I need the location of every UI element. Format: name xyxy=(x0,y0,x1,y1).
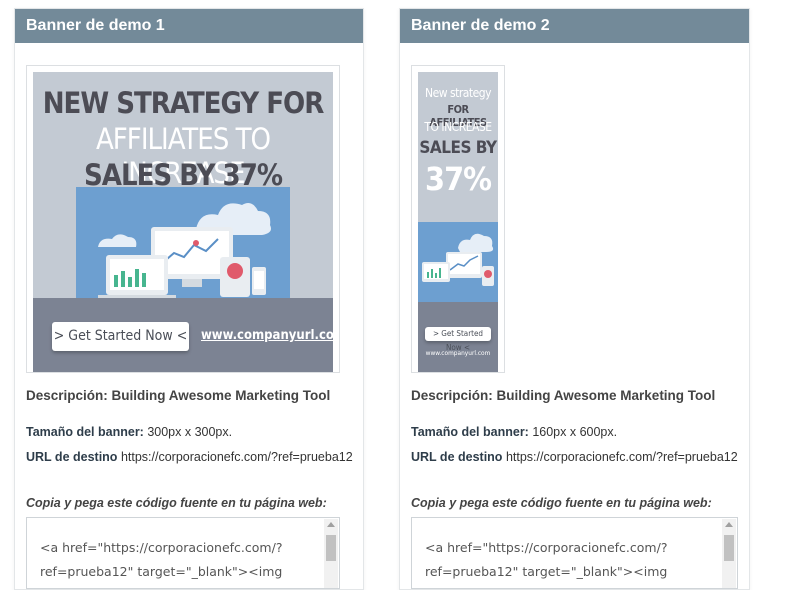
code-line-1: <a href="https://corporacionefc.com/? xyxy=(425,540,668,555)
banner-headline-line-4: SALES BY xyxy=(419,138,497,158)
textarea-scrollbar[interactable] xyxy=(324,519,338,588)
size-label: Tamaño del banner: xyxy=(411,425,529,439)
banner-description: Descripción: Building Awesome Marketing … xyxy=(411,388,716,403)
banner-description: Descripción: Building Awesome Marketing … xyxy=(26,388,331,403)
banner-headline-line-1: New strategy xyxy=(425,86,492,100)
copy-instructions: Copia y pega este código fuente en tu pá… xyxy=(26,496,327,510)
url-value: https://corporacionefc.com/?ref=prueba12 xyxy=(505,450,738,464)
url-label: URL de destino xyxy=(26,450,118,464)
banner-target-url: URL de destino https://corporacionefc.co… xyxy=(26,450,353,464)
code-line-2: ref=prueba12" target="_blank"><img xyxy=(40,564,283,579)
textarea-scrollbar[interactable] xyxy=(722,519,736,588)
banner-cta-button: > Get Started Now < xyxy=(52,322,189,351)
size-value: 160px x 600px. xyxy=(532,425,618,439)
banner-preview-frame: NEW STRATEGY FOR AFFILIATES TO INCREASE … xyxy=(26,65,340,373)
url-value: https://corporacionefc.com/?ref=prueba12 xyxy=(120,450,353,464)
scroll-thumb[interactable] xyxy=(326,535,336,561)
banner-target-url: URL de destino https://corporacionefc.co… xyxy=(411,450,738,464)
devices-illustration xyxy=(418,222,498,302)
embed-code-textarea[interactable]: <a href="https://corporacionefc.com/? ref… xyxy=(411,517,738,589)
card-title: Banner de demo 2 xyxy=(400,9,749,43)
size-label: Tamaño del banner: xyxy=(26,425,144,439)
banner-image-300x300[interactable]: NEW STRATEGY FOR AFFILIATES TO INCREASE … xyxy=(33,72,333,372)
code-line-1: <a href="https://corporacionefc.com/? xyxy=(40,540,283,555)
banner-card-2: Banner de demo 2 New strategy FOR AFFILI… xyxy=(399,8,750,590)
url-label: URL de destino xyxy=(411,450,503,464)
banner-headline-line-5: 37% xyxy=(425,160,492,198)
embed-code[interactable]: <a href="https://corporacionefc.com/? ref… xyxy=(425,536,717,584)
scroll-up-arrow-icon[interactable] xyxy=(725,522,733,527)
banner-company-url: www.companyurl.com xyxy=(425,349,491,357)
size-value: 300px x 300px. xyxy=(147,425,233,439)
card-title: Banner de demo 1 xyxy=(15,9,363,43)
banner-company-url: www.companyurl.com xyxy=(201,328,333,343)
banner-preview-frame: New strategy FOR AFFILIATES TO INCREASE … xyxy=(411,65,505,373)
banner-card-1: Banner de demo 1 NEW STRATEGY FOR AFFILI… xyxy=(14,8,364,590)
banner-size: Tamaño del banner: 160px x 600px. xyxy=(411,425,617,439)
banner-size: Tamaño del banner: 300px x 300px. xyxy=(26,425,232,439)
code-line-2: ref=prueba12" target="_blank"><img xyxy=(425,564,668,579)
embed-code-textarea[interactable]: <a href="https://corporacionefc.com/? ref… xyxy=(26,517,340,589)
devices-illustration xyxy=(76,187,290,311)
scroll-up-arrow-icon[interactable] xyxy=(327,522,335,527)
copy-instructions: Copia y pega este código fuente en tu pá… xyxy=(411,496,712,510)
banner-cta-button: > Get Started Now < xyxy=(425,327,491,352)
banner-headline-line-3: TO INCREASE xyxy=(424,120,492,134)
embed-code[interactable]: <a href="https://corporacionefc.com/? ref… xyxy=(40,536,319,584)
scroll-thumb[interactable] xyxy=(724,535,734,561)
banner-headline-line-1: NEW STRATEGY FOR xyxy=(42,86,325,120)
banner-image-160x600[interactable]: New strategy FOR AFFILIATES TO INCREASE … xyxy=(418,72,498,372)
